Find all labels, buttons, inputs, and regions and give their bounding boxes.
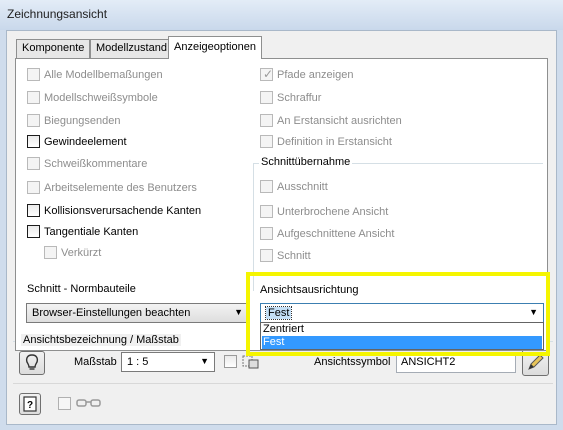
ansichtssymbol-field[interactable]: ANSICHT2 [396,352,516,373]
checkbox-label: Unterbrochene Ansicht [277,206,389,218]
checkbox-label: Verkürzt [61,247,102,259]
tab-anzeigeoptionen[interactable]: Anzeigeoptionen [168,36,262,59]
checkbox-box[interactable] [260,227,273,240]
checkbox-label: Gewindeelement [44,136,127,148]
checkbox-label: Aufgeschnittene Ansicht [277,228,395,240]
checkbox-label: Ausschnitt [277,181,328,193]
checkbox-box[interactable] [260,135,273,148]
checkbox-box[interactable] [260,114,273,127]
label-visibility-icon [240,351,262,371]
massstab-dropdown[interactable]: 1 : 5 ▼ [121,352,215,372]
checkbox-label: Alle Modellbemaßungen [44,69,163,81]
checkmark-icon: ✓ [263,67,274,81]
checkbox-box[interactable] [27,91,40,104]
dialog: Komponente Modellzustand Anzeigeoptionen… [6,30,557,425]
dropdown-value: 1 : 5 [127,356,149,368]
checkbox-box[interactable] [27,204,40,217]
footer-separator [13,383,553,384]
ansichtsausrichtung-options-list: Zentriert Fest [260,322,544,350]
checkbox-box[interactable] [224,355,237,368]
checkbox-label: Kollisionsverursachende Kanten [44,205,202,217]
checkbox-label: Schweißkommentare [44,158,148,170]
pencil-icon [528,354,544,370]
normbauteile-dropdown[interactable]: Browser-Einstellungen beachten ▼ [26,303,249,323]
window-title: Zeichnungsansicht [7,7,108,21]
group-title-ansichtsbezeichnung: Ansichtsbezeichnung / Maßstab [21,334,181,346]
massstab-label: Maßstab [74,356,117,368]
checkbox-box[interactable] [44,246,57,259]
checkbox-box[interactable] [260,249,273,262]
checkbox-box[interactable] [260,91,273,104]
group-border [253,163,254,291]
title-bar: Zeichnungsansicht [0,0,563,30]
checkbox-label: Biegungsenden [44,115,121,127]
checkbox-box[interactable] [27,157,40,170]
option-zentriert[interactable]: Zentriert [262,323,542,336]
checkbox-label: Schnitt [277,250,311,262]
checkbox-label: Definition in Erstansicht [277,136,392,148]
dropdown-arrow-icon: ▼ [529,307,538,317]
checkbox-box[interactable] [58,397,71,410]
input-value: ANSICHT2 [401,356,456,368]
checkbox-label: Modellschweißsymbole [44,92,158,104]
edit-label-button[interactable] [522,349,549,376]
tab-page-anzeigeoptionen: Alle Modellbemaßungen Modellschweißsymbo… [15,58,548,351]
normbauteile-label: Schnitt - Normbauteile [27,283,136,295]
checkbox-label: Pfade anzeigen [277,69,354,81]
checkbox-box[interactable] [260,180,273,193]
ansichtsausrichtung-label: Ansichtsausrichtung [260,284,359,296]
checkbox-label: Schraffur [277,92,322,104]
ansichtsausrichtung-dropdown[interactable]: Fest ▼ [260,303,544,323]
ansichtssymbol-label: Ansichtssymbol [314,356,391,368]
tab-modellzustand[interactable]: Modellzustand [90,39,173,58]
checkbox-box[interactable] [27,225,40,238]
group-title-schnittuebernahme: Schnittübernahme [259,156,353,168]
option-fest[interactable]: Fest [262,336,542,349]
checkbox-label: Tangentiale Kanten [44,226,139,238]
tab-label: Modellzustand [96,42,167,54]
tab-komponente[interactable]: Komponente [16,39,91,58]
help-icon: ? [23,396,37,412]
dropdown-value: Browser-Einstellungen beachten [32,307,191,319]
checkbox-label: Arbeitselemente des Benutzers [44,182,197,194]
svg-text:?: ? [27,400,33,411]
checkbox-label: An Erstansicht ausrichten [277,115,402,127]
tab-label: Komponente [22,42,85,54]
help-button[interactable]: ? [19,393,41,415]
bulb-icon [25,354,39,370]
dropdown-value: Fest [264,306,293,320]
dropdown-arrow-icon: ▼ [234,307,243,317]
checkbox-box[interactable] [27,68,40,81]
checkbox-box[interactable] [27,181,40,194]
dropdown-arrow-icon: ▼ [200,356,209,366]
glasses-icon [74,394,104,412]
checkbox-box[interactable] [27,135,40,148]
checkbox-box[interactable]: ✓ [260,67,274,81]
checkbox-box[interactable] [27,114,40,127]
tab-label: Anzeigeoptionen [174,41,256,53]
checkbox-box[interactable] [260,205,273,218]
label-visibility-button[interactable] [19,351,45,375]
